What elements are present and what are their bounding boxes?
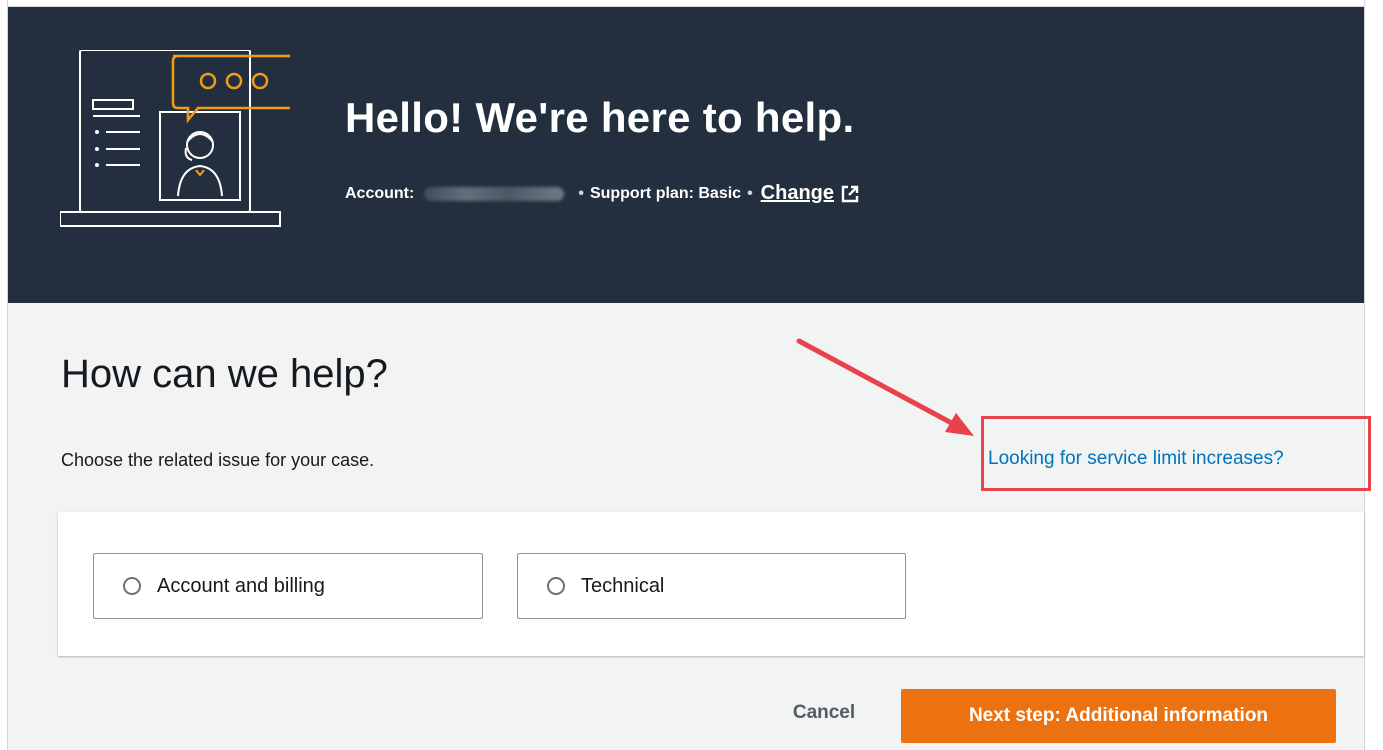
service-limit-increase-link[interactable]: Looking for service limit increases? <box>988 448 1284 470</box>
option-technical[interactable]: Technical <box>517 553 906 619</box>
account-info-line: Account: • Support plan: Basic • Change <box>345 182 860 205</box>
external-link-icon <box>841 185 859 202</box>
support-agent-illustration <box>60 50 290 227</box>
change-plan-link[interactable]: Change <box>761 182 860 205</box>
page-heading: How can we help? <box>61 352 388 396</box>
option-account-and-billing[interactable]: Account and billing <box>93 553 483 619</box>
support-plan-text: Support plan: Basic <box>589 184 742 202</box>
separator-dot: • <box>747 184 753 202</box>
account-label: Account: <box>345 184 415 202</box>
case-type-section: How can we help? Choose the related issu… <box>8 303 1371 750</box>
support-hero-banner: Hello! We're here to help. Account: • Su… <box>8 7 1364 303</box>
radio-button[interactable] <box>547 577 565 595</box>
frame-border-right <box>1364 0 1365 750</box>
issue-options-panel: Account and billing Technical <box>58 512 1364 656</box>
change-link-label: Change <box>760 182 835 204</box>
separator-dot: • <box>578 184 584 202</box>
cancel-button[interactable]: Cancel <box>768 689 880 737</box>
annotation-arrow-icon <box>796 338 974 436</box>
radio-button[interactable] <box>123 577 141 595</box>
account-id-redacted <box>424 186 565 201</box>
section-description: Choose the related issue for your case. <box>61 450 375 470</box>
option-label: Technical <box>581 574 665 597</box>
option-label: Account and billing <box>157 574 325 597</box>
next-step-button[interactable]: Next step: Additional information <box>901 689 1336 743</box>
hero-title: Hello! We're here to help. <box>345 94 855 141</box>
